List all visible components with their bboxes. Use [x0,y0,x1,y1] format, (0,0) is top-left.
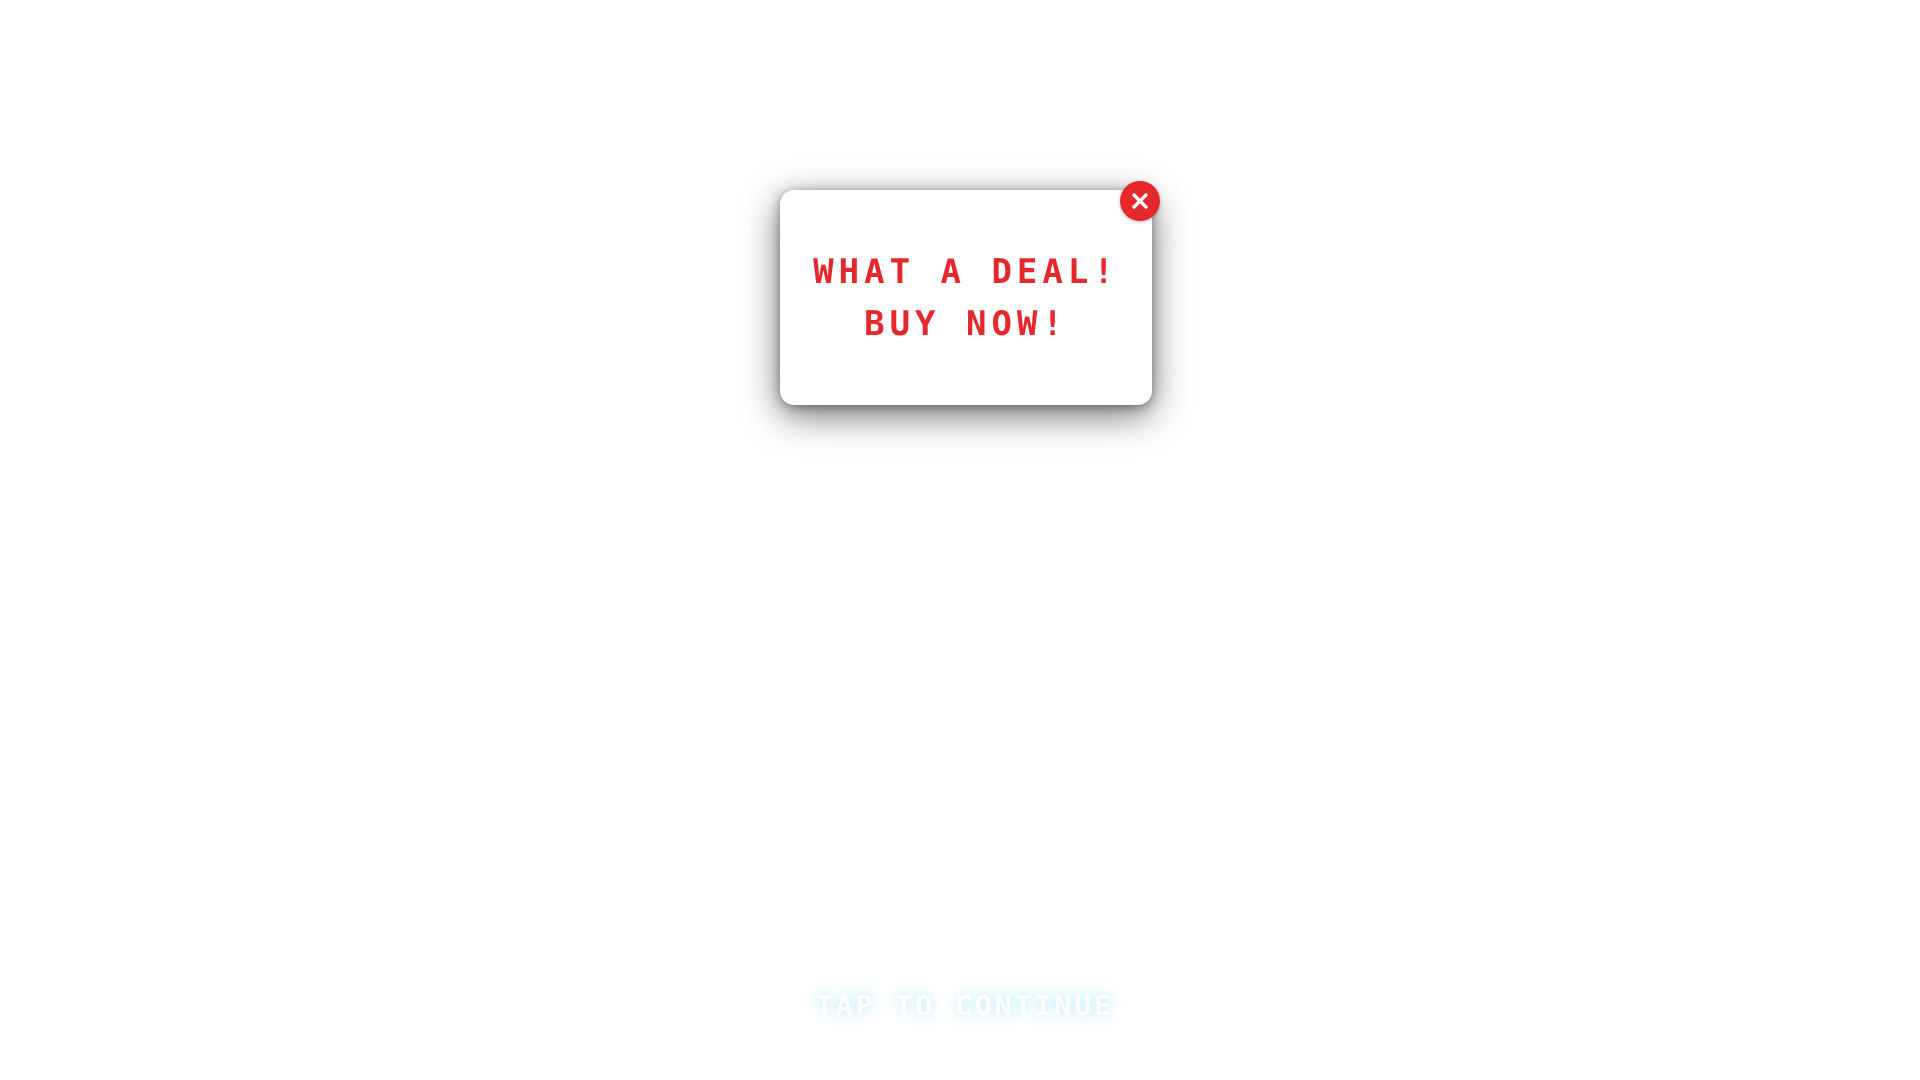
ad-popup: WHAT A DEAL! BUY NOW! [780,190,1152,405]
tap-to-continue-button[interactable]: TAP TO CONTINUE [800,985,1130,1025]
close-icon [1132,193,1148,209]
ad-call-to-action: BUY NOW! [864,303,1068,344]
ad-message: WHAT A DEAL! BUY NOW! [813,246,1119,350]
close-popup-button[interactable] [1120,181,1160,221]
ad-headline: WHAT A DEAL! [813,251,1119,292]
